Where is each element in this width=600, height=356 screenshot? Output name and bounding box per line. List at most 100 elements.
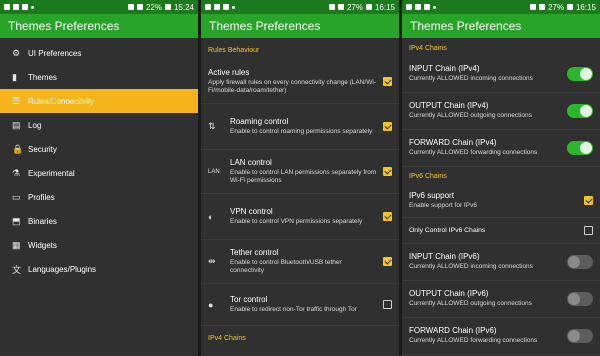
- nav-item-profiles[interactable]: ▭ Profiles: [0, 185, 198, 209]
- row-description: Enable to control roaming permissions se…: [230, 127, 373, 135]
- telegram-icon: [415, 4, 421, 10]
- nav-item-binaries[interactable]: ⬒ Binaries: [0, 209, 198, 233]
- tether-control-icon: ⇹: [208, 256, 216, 266]
- tor-control-icon: ●: [208, 299, 214, 310]
- ipv6-chain-row[interactable]: INPUT Chain (IPv6) Currently ALLOWED inco…: [402, 244, 600, 281]
- row-texts: Tor control Enable to redirect non-Tor tr…: [230, 295, 377, 314]
- status-icons-right: 22% 15:24: [127, 2, 194, 12]
- row-description: Enable to control VPN permissions separa…: [230, 217, 363, 225]
- vpn-control-row[interactable]: ◐ VPN control Enable to control VPN permis…: [201, 194, 399, 240]
- active-rules-checkbox[interactable]: [383, 77, 392, 86]
- nav-item-experimental[interactable]: ⚗ Experimental: [0, 161, 198, 185]
- active-rules-row[interactable]: Active rules Apply firewall rules on ever…: [201, 60, 399, 104]
- row-title: Tor control: [230, 294, 268, 304]
- lan-control-checkbox[interactable]: [383, 167, 392, 176]
- toggle-knob: [568, 330, 580, 342]
- toggle-knob: [580, 68, 592, 80]
- dot-icon: [433, 5, 436, 9]
- row-description: Enable to control LAN permissions separa…: [230, 168, 377, 184]
- row-texts: Active rules Apply firewall rules on ever…: [208, 68, 377, 95]
- ipv6-chain-toggle[interactable]: [567, 292, 593, 306]
- wifi-icon: [529, 4, 536, 10]
- nav-item-label: UI Preferences: [28, 48, 82, 58]
- row-texts: Tether control Enable to control Bluetoot…: [230, 248, 377, 275]
- row-texts: IPv6 support Enable support for IPv6: [409, 191, 578, 210]
- tether-control-row[interactable]: ⇹ Tether control Enable to control Bluetoo…: [201, 240, 399, 284]
- nav-item-widgets[interactable]: ▦ Widgets: [0, 233, 198, 257]
- ipv4-chain-toggle[interactable]: [567, 67, 593, 81]
- row-title: OUTPUT Chain (IPv6): [409, 289, 489, 299]
- rules-panel: 27% 16:15 Themes Preferences Rules Behav…: [201, 0, 399, 356]
- battery-level: 27%: [346, 2, 363, 12]
- notification-icon: [205, 4, 211, 10]
- ipv6-chain-toggle[interactable]: [567, 255, 593, 269]
- row-description: Currently ALLOWED forwarding connections: [409, 337, 538, 345]
- languages-plugins-icon: 文: [12, 264, 22, 275]
- binaries-icon: ⬒: [12, 215, 21, 226]
- nav-item-rules-connectivity[interactable]: ☰ Rules/Connectivity: [0, 89, 198, 113]
- ipv4-chain-row[interactable]: INPUT Chain (IPv4) Currently ALLOWED inco…: [402, 56, 600, 93]
- vpn-control-checkbox[interactable]: [383, 212, 392, 221]
- row-texts: INPUT Chain (IPv6) Currently ALLOWED inco…: [409, 252, 561, 271]
- tor-control-row[interactable]: ● Tor control Enable to redirect non-Tor t…: [201, 284, 399, 326]
- page-title: Themes Preferences: [8, 19, 120, 33]
- tether-control-checkbox[interactable]: [383, 257, 392, 266]
- row-title: FORWARD Chain (IPv4): [409, 138, 497, 148]
- nav-item-log[interactable]: ▤ Log: [0, 113, 198, 137]
- wifi-icon: [328, 4, 335, 10]
- ipv6-chain-row[interactable]: FORWARD Chain (IPv6) Currently ALLOWED fo…: [402, 318, 600, 355]
- row-description: Apply firewall rules on every connectivi…: [208, 78, 376, 94]
- roaming-control-row[interactable]: ⇅ Roaming control Enable to control roamin…: [201, 104, 399, 150]
- nav-item-security[interactable]: 🔒 Security: [0, 137, 198, 161]
- dot-icon: [31, 5, 34, 9]
- ipv6-chain-list: INPUT Chain (IPv6) Currently ALLOWED inco…: [402, 244, 600, 355]
- nav-item-label: Experimental: [28, 168, 75, 178]
- row-title: IPv6 support: [409, 190, 454, 200]
- dot-icon: [232, 5, 235, 9]
- log-icon: ▤: [12, 119, 21, 130]
- page-title: Themes Preferences: [410, 19, 522, 33]
- clock: 16:15: [374, 2, 395, 12]
- chains-panel: 27% 16:15 Themes Preferences IPv4 Chains…: [402, 0, 600, 356]
- nav-item-label: Widgets: [28, 240, 57, 250]
- shield-icon: [22, 4, 28, 10]
- notification-icon: [4, 4, 10, 10]
- ipv6-chain-toggle[interactable]: [567, 329, 593, 343]
- ipv6-chain-row[interactable]: OUTPUT Chain (IPv6) Currently ALLOWED out…: [402, 281, 600, 318]
- clock: 15:24: [173, 2, 194, 12]
- lan-control-row[interactable]: LAN LAN control Enable to control LAN perm…: [201, 150, 399, 194]
- nav-item-themes[interactable]: ▮ Themes: [0, 65, 198, 89]
- row-description: Currently ALLOWED incoming connections: [409, 75, 533, 83]
- ipv4-chain-toggle[interactable]: [567, 141, 593, 155]
- battery-level: 22%: [145, 2, 162, 12]
- toggle-knob: [568, 256, 580, 268]
- nav-item-ui-preferences[interactable]: ⚙ UI Preferences: [0, 41, 198, 65]
- roaming-control-checkbox[interactable]: [383, 122, 392, 131]
- nav-item-label: Log: [28, 120, 42, 130]
- ipv6-support-checkbox[interactable]: [584, 196, 593, 205]
- ipv4-chain-row[interactable]: FORWARD Chain (IPv4) Currently ALLOWED fo…: [402, 130, 600, 167]
- signal-icon: [136, 4, 143, 10]
- section-header-ipv4: IPv4 Chains: [409, 45, 447, 52]
- tor-control-checkbox[interactable]: [383, 300, 392, 309]
- status-bar: 27% 16:15: [402, 0, 600, 14]
- section-header-ipv6: IPv6 Chains: [409, 173, 447, 180]
- profiles-icon: ▭: [12, 191, 21, 202]
- row-texts: VPN control Enable to control VPN permiss…: [230, 207, 377, 226]
- ipv4-chain-row[interactable]: OUTPUT Chain (IPv4) Currently ALLOWED out…: [402, 93, 600, 130]
- nav-item-languages-plugins[interactable]: 文 Languages/Plugins: [0, 257, 198, 281]
- ipv4-chain-toggle[interactable]: [567, 104, 593, 118]
- battery-icon: [164, 4, 171, 10]
- row-description: Enable to control Bluetooth/USB tether c…: [230, 258, 342, 274]
- ipv6-only-checkbox[interactable]: [584, 226, 593, 235]
- ipv6-only-row[interactable]: Only Control IPv6 Chains: [402, 218, 600, 244]
- telegram-icon: [214, 4, 220, 10]
- security-icon: 🔒: [12, 143, 24, 154]
- row-title: INPUT Chain (IPv6): [409, 252, 480, 262]
- signal-icon: [337, 4, 344, 10]
- row-texts: INPUT Chain (IPv4) Currently ALLOWED inco…: [409, 64, 561, 83]
- ipv6-support-row[interactable]: IPv6 support Enable support for IPv6: [402, 184, 600, 218]
- row-title: Only Control IPv6 Chains: [409, 227, 486, 235]
- battery-icon: [365, 4, 372, 10]
- vpn-control-icon: ◐: [208, 211, 214, 222]
